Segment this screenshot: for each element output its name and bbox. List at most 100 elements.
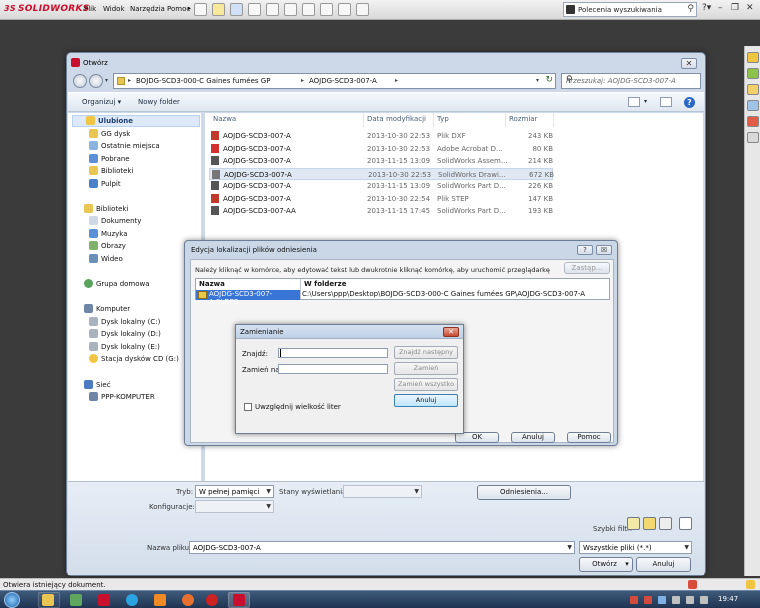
design-library-icon[interactable] bbox=[747, 68, 759, 79]
configurations-select[interactable]: ▼ bbox=[195, 500, 274, 513]
custom-props-icon[interactable] bbox=[747, 132, 759, 143]
solidworks-icon[interactable] bbox=[98, 594, 110, 606]
filename-input[interactable]: AOJDG-SCD3-007-A ▼ bbox=[189, 541, 575, 554]
find-input[interactable] bbox=[278, 348, 388, 358]
undo-icon[interactable] bbox=[266, 3, 279, 16]
nav-item-downloads[interactable]: Pobrane bbox=[89, 154, 130, 163]
nav-item-drive-c[interactable]: Dysk lokalny (C:) bbox=[89, 317, 160, 326]
column-header-name[interactable]: Nazwa bbox=[213, 115, 236, 123]
nav-computer-header[interactable]: Komputer bbox=[84, 304, 130, 313]
nav-item-desktop[interactable]: Pulpit bbox=[89, 179, 121, 188]
restore-icon[interactable]: ❐ bbox=[731, 3, 739, 13]
chevron-right-icon[interactable]: ▸ bbox=[128, 77, 131, 84]
nav-item-libraries-fav[interactable]: Biblioteki bbox=[89, 166, 133, 175]
address-dropdown-icon[interactable]: ▾ bbox=[536, 77, 539, 84]
nav-item-cd-drive[interactable]: Stacja dysków CD (G:) bbox=[89, 354, 179, 363]
cancel-button[interactable]: Anuluj bbox=[511, 432, 555, 443]
close-icon[interactable]: ✕ bbox=[443, 327, 459, 337]
filter-drawings-icon[interactable] bbox=[659, 517, 672, 530]
save-icon[interactable] bbox=[230, 3, 243, 16]
clock[interactable]: 19:47 bbox=[718, 595, 738, 603]
breadcrumb-item[interactable]: AOJDG-SCD3-007-A bbox=[309, 77, 377, 85]
nav-favorites-header[interactable]: Ulubione bbox=[86, 116, 133, 125]
nav-item-gg-drive[interactable]: GG dysk bbox=[89, 129, 130, 138]
help-icon[interactable]: ? bbox=[684, 97, 695, 108]
back-button[interactable] bbox=[73, 74, 87, 88]
nav-network-header[interactable]: Sieć bbox=[84, 380, 111, 389]
new-doc-icon[interactable] bbox=[194, 3, 207, 16]
close-app-icon[interactable]: ✕ bbox=[746, 3, 754, 13]
nav-item-drive-d[interactable]: Dysk lokalny (D:) bbox=[89, 329, 161, 338]
help-button[interactable]: Pomoc bbox=[567, 432, 611, 443]
skype-icon[interactable] bbox=[126, 594, 138, 606]
display-states-select[interactable]: ▼ bbox=[343, 485, 422, 498]
close-icon[interactable]: ☒ bbox=[596, 245, 612, 255]
nav-item-music[interactable]: Muzyka bbox=[89, 229, 128, 238]
file-type-select[interactable]: Wszystkie pliki (*.*) ▼ bbox=[579, 541, 692, 554]
volume-tray-icon[interactable] bbox=[686, 596, 694, 604]
search-scope-icon[interactable] bbox=[566, 5, 575, 14]
minimize-icon[interactable]: – bbox=[718, 3, 723, 13]
file-explorer-icon[interactable] bbox=[747, 84, 759, 95]
replace-all-button[interactable]: Zamień wszystko bbox=[394, 378, 458, 391]
new-folder-button[interactable]: Nowy folder bbox=[138, 98, 180, 106]
select-icon[interactable] bbox=[302, 3, 315, 16]
column-header-folder[interactable]: W folderze bbox=[304, 280, 346, 288]
column-separator[interactable] bbox=[433, 113, 434, 127]
search-input[interactable]: Przeszukaj: AOJDG-SCD3-007-A ⚲ bbox=[561, 73, 701, 89]
menu-tools[interactable]: Narzędzia bbox=[130, 5, 165, 13]
match-case-checkbox[interactable] bbox=[244, 403, 252, 411]
view-options-icon[interactable] bbox=[628, 97, 640, 107]
redo-icon[interactable] bbox=[284, 3, 297, 16]
column-separator[interactable] bbox=[505, 113, 506, 127]
opera-icon[interactable] bbox=[206, 594, 218, 606]
nav-item-documents[interactable]: Dokumenty bbox=[89, 216, 141, 225]
file-row[interactable]: AOJDG-SCD3-007-A 2013-11-15 13:09 SolidWor… bbox=[209, 155, 553, 167]
file-row[interactable]: AOJDG-SCD3-007-A 2013-11-15 13:09 SolidWor… bbox=[209, 180, 553, 192]
help-icon[interactable]: ? bbox=[577, 245, 593, 255]
rebuild-status-icon[interactable] bbox=[688, 580, 697, 589]
close-button[interactable]: ✕ bbox=[681, 58, 697, 69]
reference-folder-cell[interactable]: C:\Users\ppp\Desktop\BOJDG-SCD3-000-C Ga… bbox=[302, 290, 602, 300]
menu-help[interactable]: Pomoc bbox=[167, 5, 190, 13]
nav-item-pictures[interactable]: Obrazy bbox=[89, 241, 126, 250]
recent-locations-dropdown[interactable]: ▾ bbox=[105, 77, 108, 84]
tooltip-icon[interactable] bbox=[746, 580, 755, 589]
organize-button[interactable]: Organizuj ▾ bbox=[82, 98, 121, 106]
column-header-date[interactable]: Data modyfikacji bbox=[367, 115, 426, 123]
menu-file[interactable]: Plik bbox=[84, 5, 96, 13]
options-icon[interactable] bbox=[356, 3, 369, 16]
column-header-name[interactable]: Nazwa bbox=[199, 280, 225, 288]
command-search[interactable]: Polecenia wyszukiwania ⚲ bbox=[563, 2, 697, 17]
menu-pin-icon[interactable]: ▸ bbox=[188, 5, 191, 12]
resources-icon[interactable] bbox=[747, 52, 759, 63]
open-doc-icon[interactable] bbox=[212, 3, 225, 16]
file-row[interactable]: AOJDG-SCD3-007-AA 2013-11-15 17:45 SolidWo… bbox=[209, 205, 553, 217]
help-menu-icon[interactable]: ?▾ bbox=[702, 3, 711, 13]
column-separator[interactable] bbox=[553, 113, 554, 127]
view-dropdown-icon[interactable]: ▾ bbox=[644, 98, 647, 105]
nav-item-recent-places[interactable]: Ostatnie miejsca bbox=[89, 141, 160, 150]
references-button[interactable]: Odniesienia... bbox=[477, 485, 571, 500]
replace-button[interactable]: Zastąp... bbox=[564, 262, 610, 274]
nav-libraries-header[interactable]: Biblioteki bbox=[84, 204, 128, 213]
breadcrumb-item[interactable]: BOJDG-SCD3-000-C Gaines fumées GP bbox=[136, 77, 270, 85]
appearances-icon[interactable] bbox=[747, 116, 759, 127]
column-separator[interactable] bbox=[363, 113, 364, 127]
file-row[interactable]: AOJDG-SCD3-007-A 2013-10-30 22:53 Plik DXF… bbox=[209, 130, 553, 142]
open-options-dropdown[interactable]: ▾ bbox=[622, 557, 633, 572]
nav-homegroup[interactable]: Grupa domowa bbox=[84, 279, 150, 288]
address-bar[interactable]: ▸ BOJDG-SCD3-000-C Gaines fumées GP ▸ AO… bbox=[113, 73, 556, 89]
filter-top-level-icon[interactable] bbox=[679, 517, 692, 530]
file-row[interactable]: AOJDG-SCD3-007-A 2013-10-30 22:53 Adobe Ac… bbox=[209, 143, 553, 155]
column-header-type[interactable]: Typ bbox=[437, 115, 449, 123]
file-props-icon[interactable] bbox=[338, 3, 351, 16]
tray-icon[interactable] bbox=[658, 596, 666, 604]
file-row[interactable]: AOJDG-SCD3-007-A 2013-10-30 22:53 SolidWor… bbox=[209, 167, 554, 180]
reference-name-cell[interactable]: AOJDG-SCD3-007-A.SLDPR bbox=[196, 290, 300, 306]
find-next-button[interactable]: Znajdź następny bbox=[394, 346, 458, 359]
filter-parts-icon[interactable] bbox=[627, 517, 640, 530]
preview-pane-icon[interactable] bbox=[660, 97, 672, 107]
replace-input[interactable] bbox=[278, 364, 388, 374]
mode-select[interactable]: W pełnej pamięci ▼ bbox=[195, 485, 274, 498]
